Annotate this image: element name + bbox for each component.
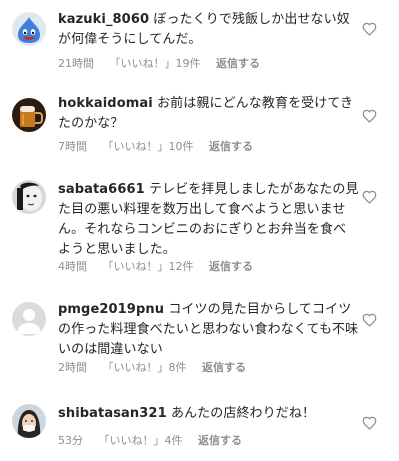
comment-like-count[interactable]: 「いいね！」10件 bbox=[103, 140, 194, 153]
comment-username[interactable]: shibatasan321 bbox=[58, 406, 167, 421]
comment-text: あんたの店終わりだね！ bbox=[170, 406, 316, 421]
comment-username[interactable]: pmge2019pnu bbox=[58, 302, 164, 317]
comment-username[interactable]: sabata6661 bbox=[58, 182, 145, 197]
avatar[interactable] bbox=[12, 12, 46, 46]
comment-body: pmge2019pnu コイツの見た目からしてコイツの作った料理食べたいと思わな… bbox=[58, 300, 359, 360]
comment-list: kazuki_8060 ぼったくりで残飯しか出せない奴が何偉そうにしてんだ。 2… bbox=[0, 0, 399, 461]
slime-avatar-icon bbox=[12, 12, 46, 46]
comment-like-count[interactable]: 「いいね！」4件 bbox=[99, 434, 183, 447]
avatar[interactable] bbox=[12, 180, 46, 214]
comment-item: sabata6661 テレビを拝見しましたがあなたの見た目の悪い料理を数万出して… bbox=[0, 174, 399, 294]
comment-item: pmge2019pnu コイツの見た目からしてコイツの作った料理食べたいと思わな… bbox=[0, 294, 399, 394]
avatar[interactable] bbox=[12, 302, 46, 336]
comment-time: 53分 bbox=[58, 434, 83, 447]
heart-icon[interactable] bbox=[362, 416, 377, 430]
avatar[interactable] bbox=[12, 98, 46, 132]
heart-icon[interactable] bbox=[362, 22, 377, 36]
comment-like-count[interactable]: 「いいね！」12件 bbox=[103, 260, 194, 273]
comment-username[interactable]: kazuki_8060 bbox=[58, 12, 149, 27]
comment-time: 7時間 bbox=[58, 140, 87, 153]
comment-meta: 2時間 「いいね！」8件 返信する bbox=[58, 359, 258, 375]
comment-item: hokkaidomai お前は親にどんな教育を受けてきたのかな？ 7時間 「いい… bbox=[0, 92, 399, 174]
comment-meta: 21時間 「いいね！」19件 返信する bbox=[58, 55, 272, 71]
comment-username[interactable]: hokkaidomai bbox=[58, 96, 153, 111]
comment-body: hokkaidomai お前は親にどんな教育を受けてきたのかな？ bbox=[58, 94, 359, 134]
reply-button[interactable]: 返信する bbox=[209, 260, 253, 273]
heart-icon[interactable] bbox=[362, 190, 377, 204]
heart-icon[interactable] bbox=[362, 109, 377, 123]
reply-button[interactable]: 返信する bbox=[202, 361, 246, 374]
comment-time: 21時間 bbox=[58, 57, 94, 70]
comment-body: kazuki_8060 ぼったくりで残飯しか出せない奴が何偉そうにしてんだ。 bbox=[58, 10, 359, 50]
comment-time: 4時間 bbox=[58, 260, 87, 273]
comment-meta: 53分 「いいね！」4件 返信する bbox=[58, 432, 254, 448]
comment-body: shibatasan321 あんたの店終わりだね！ bbox=[58, 404, 359, 424]
comment-meta: 7時間 「いいね！」10件 返信する bbox=[58, 138, 265, 154]
avatar[interactable] bbox=[12, 404, 46, 438]
comment-like-count[interactable]: 「いいね！」19件 bbox=[110, 57, 201, 70]
default-user-avatar-icon bbox=[12, 302, 46, 336]
comment-like-count[interactable]: 「いいね！」8件 bbox=[103, 361, 187, 374]
woman-avatar-icon bbox=[12, 404, 46, 438]
comment-time: 2時間 bbox=[58, 361, 87, 374]
heart-icon[interactable] bbox=[362, 313, 377, 327]
reply-button[interactable]: 返信する bbox=[198, 434, 242, 447]
comment-body: sabata6661 テレビを拝見しましたがあなたの見た目の悪い料理を数万出して… bbox=[58, 180, 359, 260]
face-avatar-icon bbox=[12, 180, 46, 214]
beer-mug-avatar-icon bbox=[12, 98, 46, 132]
comment-item: kazuki_8060 ぼったくりで残飯しか出せない奴が何偉そうにしてんだ。 2… bbox=[0, 0, 399, 92]
reply-button[interactable]: 返信する bbox=[209, 140, 253, 153]
comment-item: shibatasan321 あんたの店終わりだね！ 53分 「いいね！」4件 返… bbox=[0, 394, 399, 461]
comment-meta: 4時間 「いいね！」12件 返信する bbox=[58, 258, 265, 274]
reply-button[interactable]: 返信する bbox=[216, 57, 260, 70]
